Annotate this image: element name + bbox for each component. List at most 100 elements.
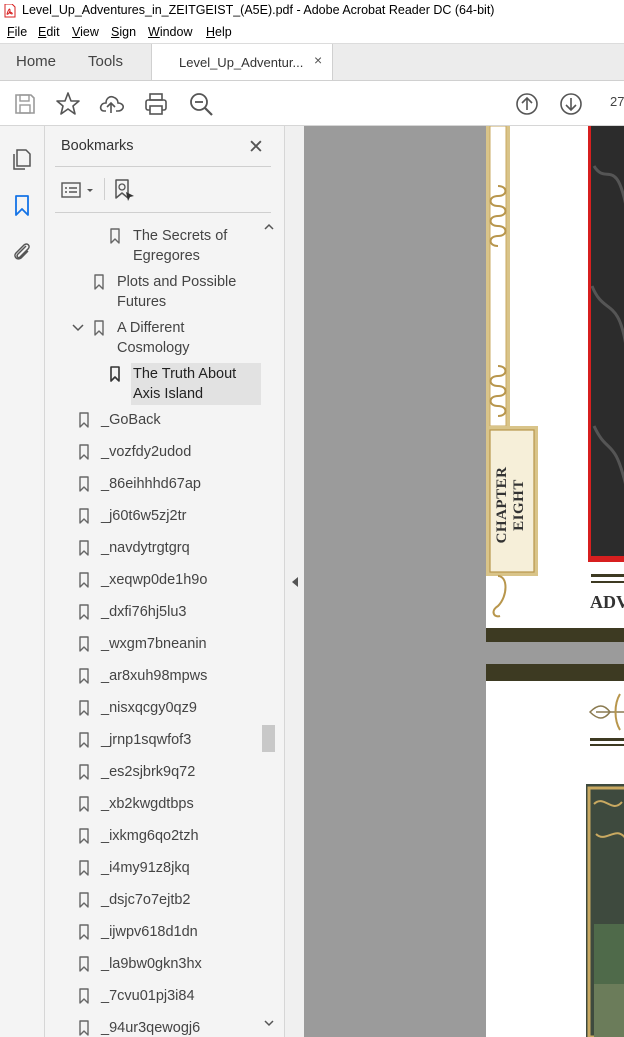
document-tab-label: Level_Up_Adventur... bbox=[179, 55, 304, 70]
bookmarks-panel-icon[interactable] bbox=[11, 194, 33, 216]
window-title: Level_Up_Adventures_in_ZEITGEIST_(A5E).p… bbox=[22, 3, 495, 17]
scrollbar-thumb[interactable] bbox=[262, 725, 275, 752]
acrobat-app-icon bbox=[4, 4, 16, 18]
close-panel-icon[interactable]: ✕ bbox=[248, 136, 264, 159]
save-icon[interactable] bbox=[12, 91, 38, 117]
panel-splitter[interactable] bbox=[284, 126, 304, 1037]
bookmarks-scrollbar[interactable] bbox=[261, 222, 277, 1037]
bookmark-icon bbox=[79, 732, 89, 748]
tab-tools[interactable]: Tools bbox=[88, 53, 123, 70]
previous-page-icon[interactable] bbox=[514, 91, 540, 117]
page-thumbnails-icon[interactable] bbox=[11, 148, 33, 170]
bookmark-item[interactable]: _vozfdy2udod bbox=[45, 442, 261, 466]
bookmark-label: _wxgm7bneanin bbox=[101, 636, 207, 652]
bookmark-item[interactable]: _86eihhhd67ap bbox=[45, 474, 261, 498]
menu-view[interactable]: View bbox=[72, 25, 99, 39]
bookmark-options-icon[interactable] bbox=[61, 180, 97, 200]
bookmark-label: _navdytrgtgrq bbox=[101, 540, 190, 556]
bookmark-item[interactable]: _GoBack bbox=[45, 410, 261, 434]
bookmark-icon bbox=[79, 572, 89, 588]
chapter-label: CHAPTER EIGHT bbox=[494, 466, 527, 544]
menu-help[interactable]: Help bbox=[206, 25, 232, 39]
close-tab-icon[interactable]: × bbox=[314, 52, 322, 68]
tab-document[interactable]: Level_Up_Adventur... × bbox=[151, 44, 333, 80]
chapter-tab: CHAPTER EIGHT bbox=[494, 438, 527, 568]
bookmark-label: _dsjc7o7ejtb2 bbox=[101, 892, 191, 908]
bookmark-icon bbox=[79, 508, 89, 524]
bookmark-label: _ixkmg6qo2tzh bbox=[101, 828, 199, 844]
bookmark-item[interactable]: _navdytrgtgrq bbox=[45, 538, 261, 562]
menu-sign[interactable]: Sign bbox=[111, 25, 136, 39]
bookmark-label: _ijwpv618d1dn bbox=[101, 924, 198, 940]
bookmark-icon bbox=[79, 956, 89, 972]
bookmark-item[interactable]: _7cvu01pj3i84 bbox=[45, 986, 261, 1010]
bookmark-item[interactable]: _dxfi76hj5lu3 bbox=[45, 602, 261, 626]
bookmark-label: _es2sjbrk9q72 bbox=[101, 764, 196, 780]
bookmark-item[interactable]: Plots and Possible Futures bbox=[45, 272, 261, 316]
bookmark-icon bbox=[79, 764, 89, 780]
bookmark-star-icon[interactable] bbox=[55, 91, 81, 117]
bookmark-label: _dxfi76hj5lu3 bbox=[101, 604, 187, 620]
bookmark-icon bbox=[79, 700, 89, 716]
bookmark-item[interactable]: _ixkmg6qo2tzh bbox=[45, 826, 261, 850]
new-bookmark-icon[interactable] bbox=[114, 178, 136, 202]
attachments-icon[interactable] bbox=[11, 240, 33, 262]
bookmark-item[interactable]: The Secrets of Egregores bbox=[45, 226, 261, 270]
menu-file[interactable]: File bbox=[7, 25, 27, 39]
bookmark-item[interactable]: _xeqwp0de1h9o bbox=[45, 570, 261, 594]
zoom-out-icon[interactable] bbox=[188, 91, 214, 117]
bookmark-item[interactable]: _94ur3qewogj6 bbox=[45, 1018, 261, 1037]
bookmark-item[interactable]: _wxgm7bneanin bbox=[45, 634, 261, 658]
print-icon[interactable] bbox=[143, 91, 169, 117]
page-heading: ADV bbox=[590, 592, 624, 612]
document-view[interactable]: CHAPTER EIGHT ADV bbox=[304, 126, 624, 1037]
bookmark-label: Futures bbox=[117, 294, 167, 310]
bookmark-icon bbox=[79, 540, 89, 556]
bookmark-item[interactable]: _j60t6w5zj2tr bbox=[45, 506, 261, 530]
bookmark-icon bbox=[79, 860, 89, 876]
toolbar-separator bbox=[104, 178, 105, 200]
collapse-panel-icon[interactable] bbox=[290, 576, 300, 588]
bookmark-item[interactable]: _ijwpv618d1dn bbox=[45, 922, 261, 946]
bookmark-label: Cosmology bbox=[117, 340, 190, 356]
bookmark-icon bbox=[110, 228, 120, 244]
bookmark-item[interactable]: _jrnp1sqwfof3 bbox=[45, 730, 261, 754]
title-bar: Level_Up_Adventures_in_ZEITGEIST_(A5E).p… bbox=[0, 0, 624, 22]
scroll-up-icon[interactable] bbox=[263, 222, 275, 232]
menu-window[interactable]: Window bbox=[148, 25, 192, 39]
bookmark-label: The Truth About bbox=[133, 366, 237, 382]
page-artwork bbox=[486, 664, 624, 1037]
bookmark-icon bbox=[79, 604, 89, 620]
bookmark-icon bbox=[94, 320, 104, 336]
upload-cloud-icon[interactable] bbox=[99, 91, 125, 117]
menu-edit[interactable]: Edit bbox=[38, 25, 60, 39]
page-number-input[interactable]: 27 bbox=[610, 94, 624, 109]
bookmark-item[interactable]: _xb2kwgdtbps bbox=[45, 794, 261, 818]
tab-bar: Home Tools Level_Up_Adventur... × bbox=[0, 44, 624, 81]
bookmark-item[interactable]: _nisxqcgy0qz9 bbox=[45, 698, 261, 722]
toolbar: 27 bbox=[0, 81, 624, 126]
bookmark-item-selected[interactable]: The Truth About Axis Island bbox=[45, 363, 261, 406]
bookmark-icon bbox=[79, 636, 89, 652]
bookmark-item[interactable]: _i4my91z8jkq bbox=[45, 858, 261, 882]
bookmarks-panel: Bookmarks ✕ The Secrets of Egregores Plo… bbox=[45, 126, 284, 1037]
bookmark-label: _xb2kwgdtbps bbox=[101, 796, 194, 812]
bookmark-icon bbox=[94, 274, 104, 290]
bookmark-icon bbox=[79, 988, 89, 1004]
scroll-down-icon[interactable] bbox=[263, 1018, 275, 1028]
bookmark-item[interactable]: _dsjc7o7ejtb2 bbox=[45, 890, 261, 914]
bookmark-item[interactable]: _ar8xuh98mpws bbox=[45, 666, 261, 690]
chevron-down-icon[interactable] bbox=[72, 323, 84, 333]
bookmark-item[interactable]: A Different Cosmology bbox=[45, 318, 261, 362]
navigation-rail bbox=[0, 126, 45, 1037]
menu-bar: File Edit View Sign Window Help bbox=[0, 22, 624, 44]
bookmark-label: _vozfdy2udod bbox=[101, 444, 192, 460]
bookmark-item[interactable]: _es2sjbrk9q72 bbox=[45, 762, 261, 786]
pdf-page bbox=[486, 664, 624, 1037]
bookmark-icon bbox=[79, 412, 89, 428]
next-page-icon[interactable] bbox=[558, 91, 584, 117]
bookmark-item[interactable]: _la9bw0gkn3hx bbox=[45, 954, 261, 978]
bookmark-label: Egregores bbox=[133, 248, 200, 264]
bookmark-icon bbox=[79, 892, 89, 908]
tab-home[interactable]: Home bbox=[16, 53, 56, 70]
